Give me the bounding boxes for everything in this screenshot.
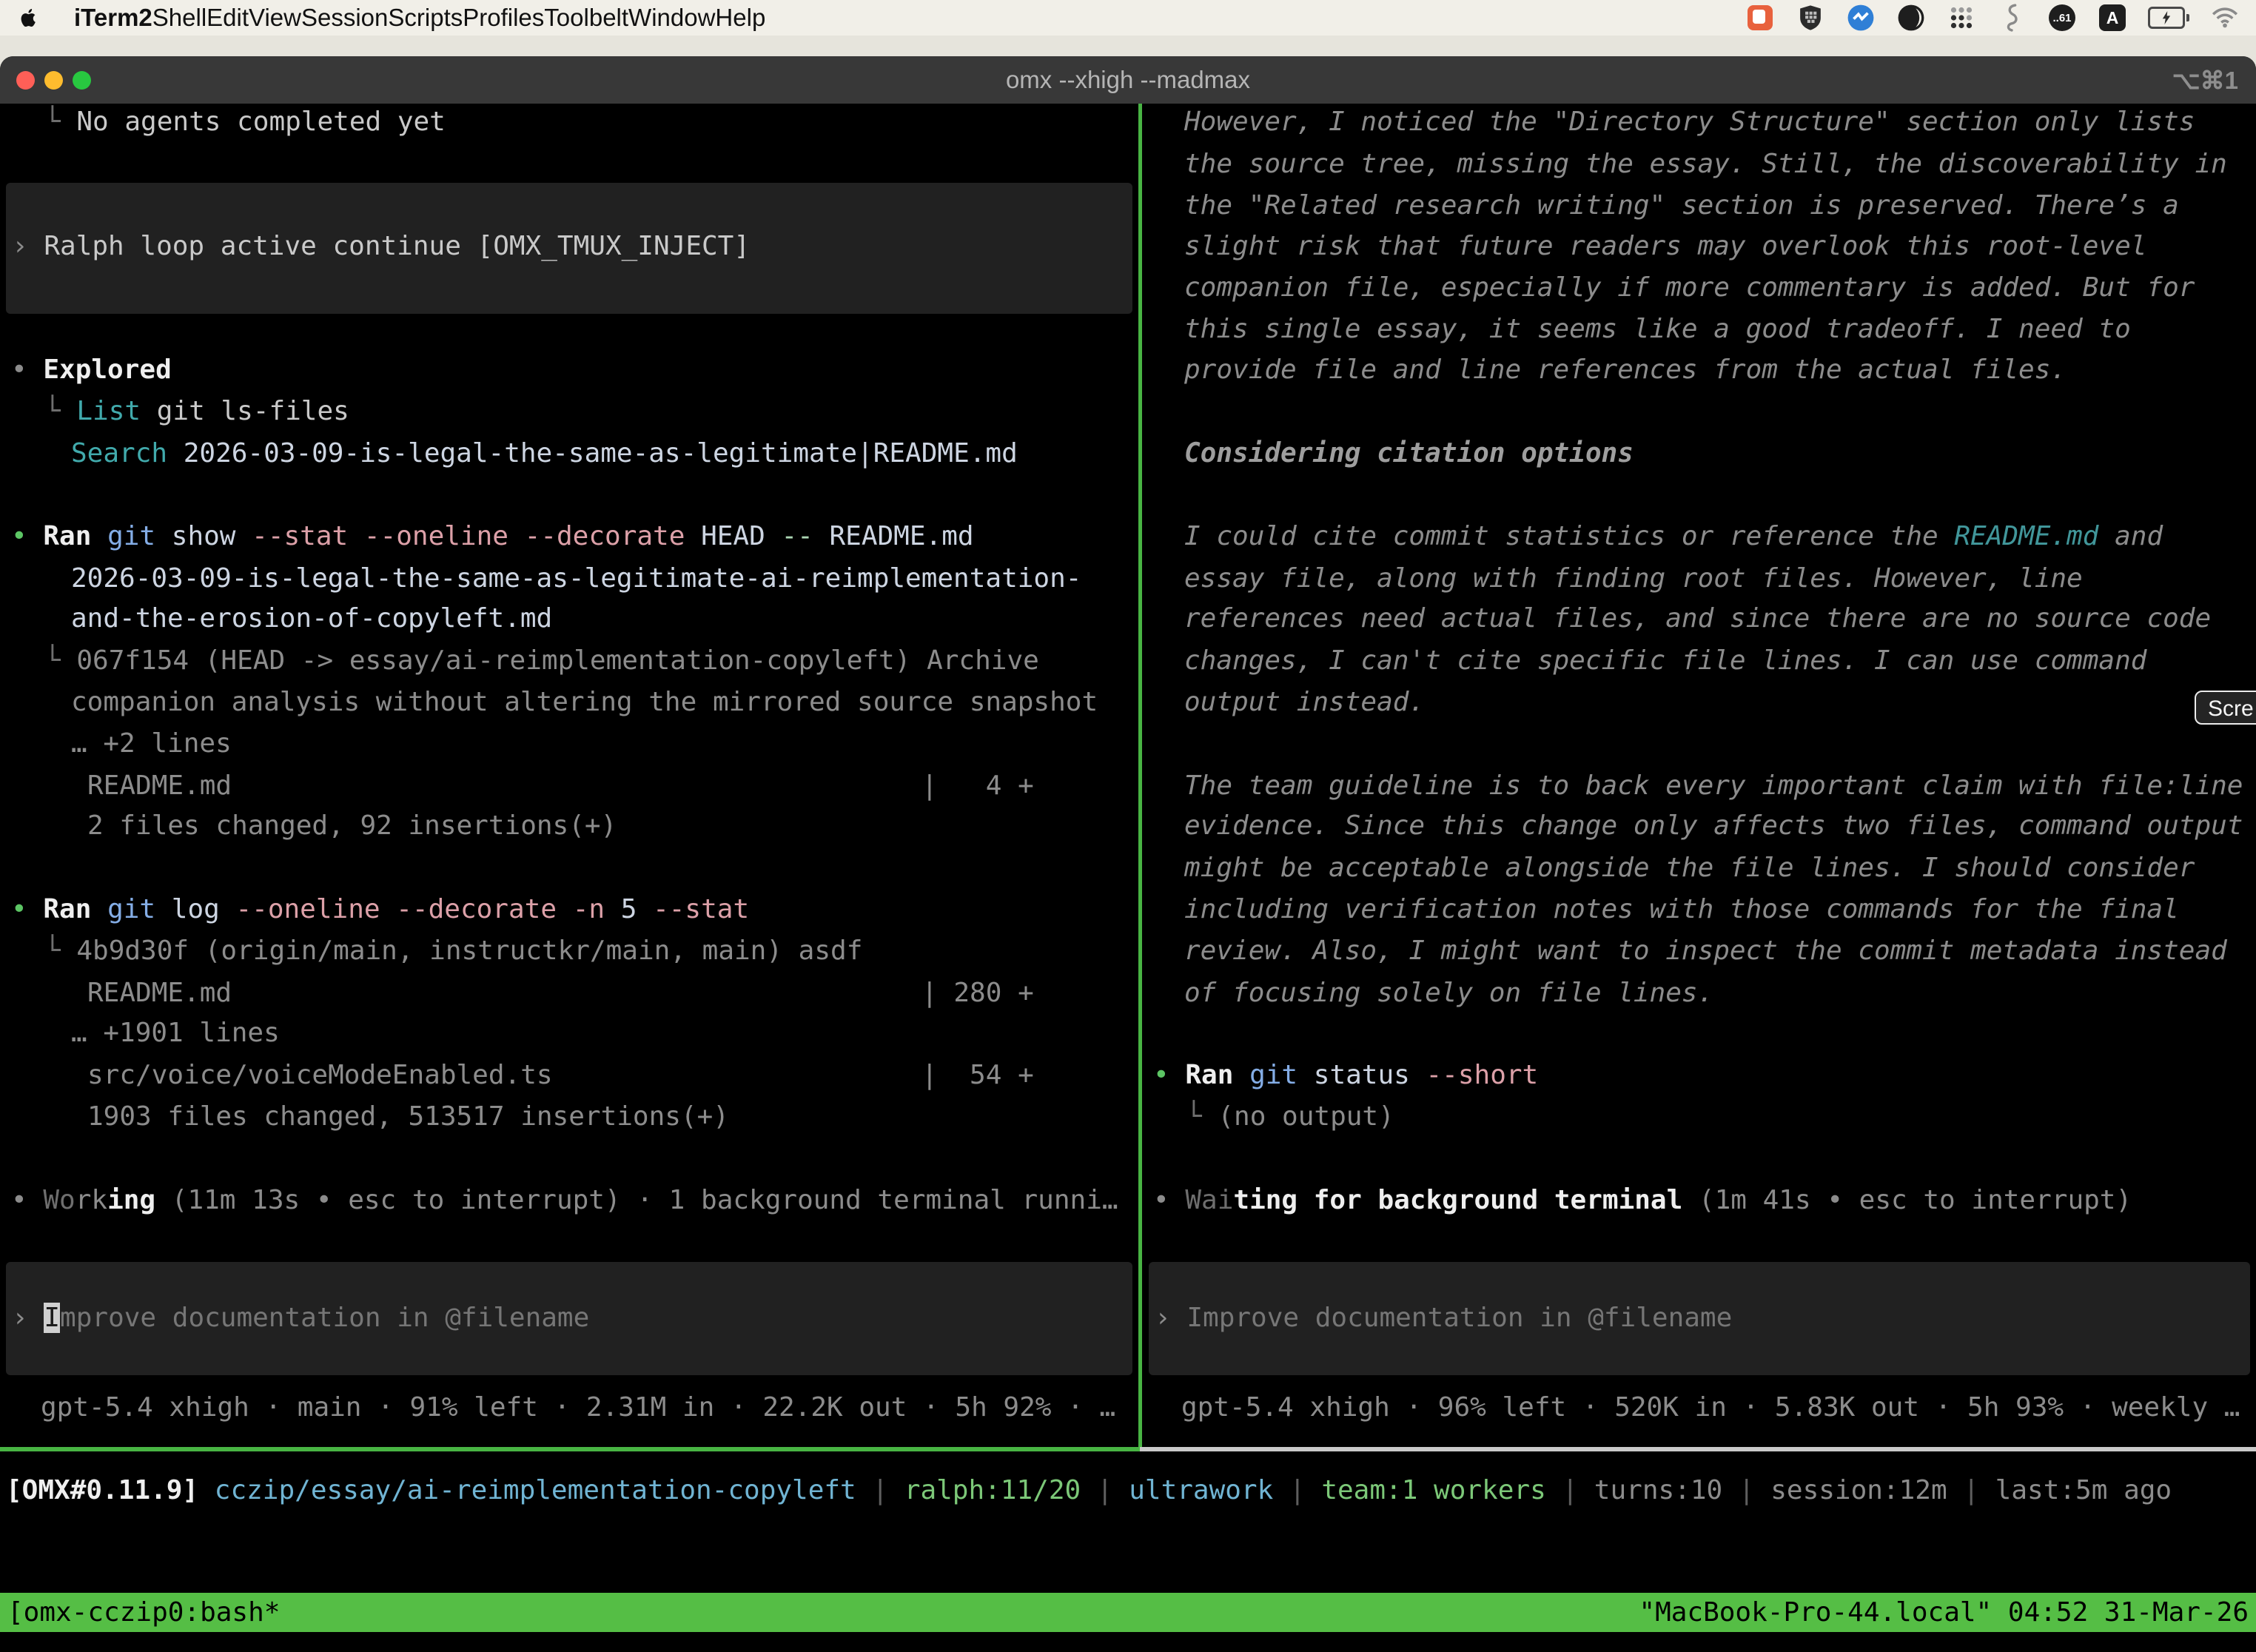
menu-edit[interactable]: Edit (207, 4, 249, 31)
waiting-status-line: • Waiting for background terminal (1m 41… (1153, 1180, 2132, 1221)
thinking-para3-line3: might be acceptable alongside the file l… (1184, 847, 2195, 889)
battery-icon[interactable] (2148, 7, 2189, 29)
shield-icon[interactable] (1796, 3, 1825, 33)
tmux-host-time: "MacBook-Pro-44.local" 04:52 31-Mar-26 (1639, 1597, 2249, 1628)
menu-status-icons: ..61 A (1745, 3, 2240, 33)
menu-bar: iTerm2ShellEditViewSessionScriptsProfile… (0, 0, 2256, 36)
thinking-para1-line6: this single essay, it seems like a good … (1184, 309, 2131, 350)
tmux-session-label: [omx-cczip0:bash* (7, 1597, 280, 1628)
menu-items: iTerm2ShellEditViewSessionScriptsProfile… (74, 4, 765, 32)
agents-status-line: └ No agents completed yet (44, 101, 446, 143)
tmux-status-bar: [omx-cczip0:bash* "MacBook-Pro-44.local"… (0, 1593, 2256, 1632)
git-log-stat3: 1903 files changed, 513517 insertions(+) (87, 1096, 729, 1138)
model-status-right: gpt-5.4 xhigh · 96% left · 520K in · 5.8… (1181, 1387, 2240, 1428)
omx-status-line: [OMX#0.11.9] cczip/essay/ai-reimplementa… (6, 1470, 2172, 1511)
thinking-para2-line4: changes, I can't cite specific file line… (1184, 640, 2146, 682)
thinking-para2-line1: I could cite commit statistics or refere… (1184, 516, 2163, 557)
menu-scripts[interactable]: Scripts (388, 4, 463, 31)
thinking-heading: Considering citation options (1184, 433, 1634, 474)
git-status-output: └ (no output) (1186, 1096, 1394, 1138)
menu-window[interactable]: Window (628, 4, 715, 31)
menu-left: iTerm2ShellEditViewSessionScriptsProfile… (16, 4, 765, 32)
thinking-para2-line2: essay file, along with finding root file… (1184, 558, 2083, 600)
pie-menu-icon[interactable] (1896, 3, 1926, 33)
git-show-output3: … +2 lines (71, 723, 232, 765)
iterm-window: omx --xhigh --madmax ⌥⌘1 └ No agents com… (0, 56, 2256, 1652)
git-show-output1: └ 067f154 (HEAD -> essay/ai-reimplementa… (44, 640, 1039, 682)
thinking-para2-line5: output instead. (1184, 682, 1425, 723)
thinking-para1-line3: the "Related research writing" section i… (1184, 185, 2179, 226)
thinking-para3-line5: review. Also, I might want to inspect th… (1184, 930, 2227, 972)
thinking-para1-line5: companion file, especially if more comme… (1184, 267, 2195, 309)
terminal-content: └ No agents completed yet › Ralph loop ac… (0, 56, 2256, 1652)
a-tile-icon[interactable]: A (2098, 3, 2127, 33)
prompt-left-text: › Improve documentation in @filename (12, 1297, 589, 1339)
menu-toolbelt[interactable]: Toolbelt (544, 4, 628, 31)
wifi-icon[interactable] (2210, 3, 2240, 33)
explored-list-line: └ List git ls-files (44, 391, 349, 432)
hook-utility-icon[interactable] (1997, 3, 2027, 33)
thinking-para2-line3: references need actual files, and since … (1184, 598, 2211, 639)
thinking-para1-line4: slight risk that future readers may over… (1184, 226, 2146, 267)
dots-grid-icon[interactable] (1947, 3, 1976, 33)
sync-status-icon[interactable] (1846, 3, 1876, 33)
prompt-right-text: › Improve documentation in @filename (1155, 1297, 1732, 1339)
git-log-output1: └ 4b9d30f (origin/main, instructkr/main,… (44, 930, 862, 972)
git-show-stat2: 2 files changed, 92 insertions(+) (87, 805, 617, 847)
ran-git-status-line: • Ran git status --short (1153, 1055, 1538, 1096)
git-show-arg-line2: and-the-erosion-of-copyleft.md (71, 598, 552, 639)
git-log-stat2: src/voice/voiceModeEnabled.ts | 54 + (87, 1055, 1034, 1096)
git-log-stat1: README.md | 280 + (87, 973, 1034, 1014)
menu-profiles[interactable]: Profiles (463, 4, 544, 31)
thinking-para1-line1: However, I noticed the "Directory Struct… (1184, 101, 2195, 143)
working-status-line: • Working (11m 13s • esc to interrupt) ·… (11, 1180, 1118, 1221)
apple-menu-icon[interactable] (16, 6, 40, 30)
ralph-loop-line: › Ralph loop active continue [OMX_TMUX_I… (12, 226, 750, 267)
count-badge-label: ..61 (2049, 4, 2075, 31)
explored-header: • Explored (11, 349, 172, 391)
menu-session[interactable]: Session (301, 4, 388, 31)
screen: iTerm2ShellEditViewSessionScriptsProfile… (0, 0, 2256, 1652)
thinking-para3-line1: The team guideline is to back every impo… (1184, 765, 2243, 807)
explored-search-line: Search 2026-03-09-is-legal-the-same-as-l… (71, 433, 1018, 474)
screen-share-overlay[interactable]: Scre (2195, 691, 2256, 725)
thinking-para3-line6: of focusing solely on file lines. (1184, 973, 1713, 1014)
count-badge-icon[interactable]: ..61 (2047, 3, 2077, 33)
ran-git-show-line: • Ran git show --stat --oneline --decora… (11, 516, 974, 557)
thinking-para3-line4: including verification notes with those … (1184, 889, 2179, 930)
git-show-arg-line1: 2026-03-09-is-legal-the-same-as-legitima… (71, 558, 1081, 600)
thinking-para1-line2: the source tree, missing the essay. Stil… (1184, 144, 2227, 185)
chat-app-icon[interactable] (1745, 3, 1775, 33)
menu-iterm2[interactable]: iTerm2 (74, 4, 152, 31)
model-status-left: gpt-5.4 xhigh · main · 91% left · 2.31M … (41, 1387, 1115, 1428)
menu-shell[interactable]: Shell (152, 4, 207, 31)
screen-share-overlay-label: Scre (2208, 696, 2254, 721)
a-tile-label: A (2099, 4, 2126, 31)
thinking-para3-line2: evidence. Since this change only affects… (1184, 805, 2243, 847)
git-show-stat1: README.md | 4 + (87, 765, 1034, 807)
thinking-para1-line7: provide file and line references from th… (1184, 349, 2067, 391)
git-log-output2: … +1901 lines (71, 1013, 280, 1054)
ran-git-log-line: • Ran git log --oneline --decorate -n 5 … (11, 889, 749, 930)
git-show-output2: companion analysis without altering the … (71, 682, 1098, 723)
menu-view[interactable]: View (249, 4, 301, 31)
menu-help[interactable]: Help (715, 4, 765, 31)
